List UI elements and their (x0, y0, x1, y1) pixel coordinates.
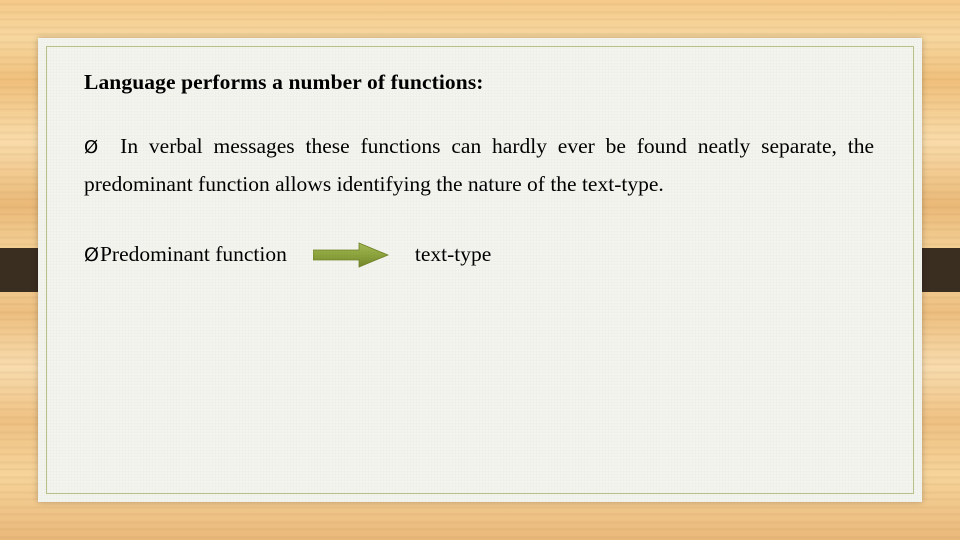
bullet-2-label-right: text-type (414, 242, 492, 267)
slide-card: Language performs a number of functions:… (38, 38, 922, 502)
slide-canvas: Language performs a number of functions:… (0, 0, 960, 540)
page-title: Language performs a number of functions: (84, 70, 484, 94)
slide-content: Language performs a number of functions:… (84, 70, 874, 268)
right-arrow-icon (312, 241, 389, 268)
bullet-1-text: In verbal messages these functions can h… (84, 134, 874, 197)
bullet-item-1: Ø In verbal messages these functions can … (84, 127, 874, 204)
bullet-marker-icon: Ø (84, 137, 99, 158)
bullet-2-marker-icon: Ø (84, 243, 99, 266)
bullet-2-label-left: Predominant function (99, 242, 287, 267)
bullet-item-2: Ø Predominant function text-type (84, 241, 874, 268)
bullet-1-paragraph: Ø In verbal messages these functions can … (84, 127, 874, 204)
